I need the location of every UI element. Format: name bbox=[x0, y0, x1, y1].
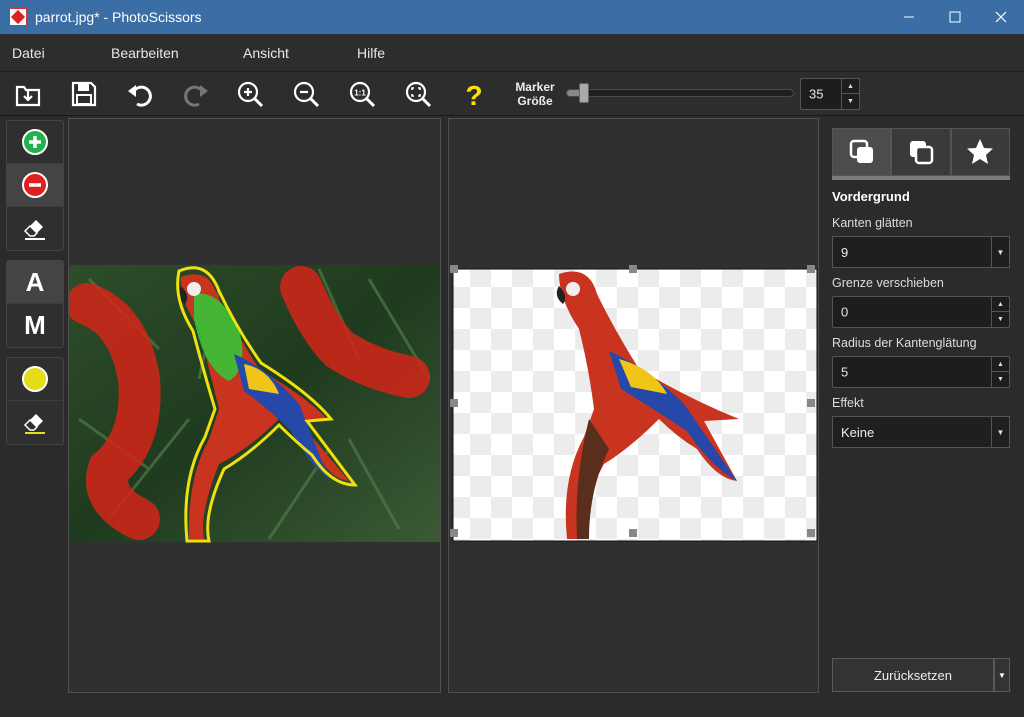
tool-panel: A M bbox=[6, 120, 64, 454]
eraser-icon bbox=[23, 413, 45, 434]
shift-boundary-spinbox[interactable]: 0 ▲ ▼ bbox=[832, 296, 1010, 328]
zoom-in-icon bbox=[237, 81, 264, 108]
shift-boundary-value[interactable]: 0 bbox=[841, 305, 848, 320]
smooth-edges-value: 9 bbox=[841, 245, 849, 260]
boundary-eraser-button[interactable] bbox=[7, 401, 63, 444]
status-area bbox=[0, 695, 820, 717]
spin-down-icon[interactable]: ▼ bbox=[992, 372, 1009, 387]
manual-mode-letter: M bbox=[24, 310, 46, 340]
auto-mode-letter: A bbox=[25, 266, 45, 297]
spin-up-icon[interactable]: ▲ bbox=[992, 297, 1009, 312]
help-icon: ? bbox=[465, 80, 482, 109]
menu-bearbeiten[interactable]: Bearbeiten bbox=[111, 45, 179, 61]
save-button[interactable] bbox=[68, 78, 100, 110]
undo-button[interactable] bbox=[124, 78, 156, 110]
minimize-button[interactable] bbox=[886, 0, 932, 34]
marker-size-label: Marker Größe bbox=[515, 80, 555, 108]
shift-boundary-label: Grenze verschieben bbox=[832, 276, 944, 290]
spin-down-icon[interactable]: ▼ bbox=[842, 94, 859, 109]
marker-size-slider[interactable] bbox=[566, 83, 794, 103]
zoom-fit-icon bbox=[405, 81, 432, 108]
slider-track bbox=[566, 89, 794, 97]
result-canvas[interactable] bbox=[448, 118, 819, 693]
help-button[interactable]: ? bbox=[458, 78, 490, 110]
plus-circle-icon bbox=[22, 129, 48, 155]
reset-button[interactable]: Zurücksetzen bbox=[832, 658, 994, 692]
redo-button[interactable] bbox=[180, 78, 212, 110]
minus-circle-icon bbox=[22, 172, 48, 198]
tab-foreground[interactable] bbox=[832, 128, 892, 176]
foreground-title: Vordergrund bbox=[832, 189, 910, 204]
app-icon bbox=[9, 8, 27, 26]
smoothing-radius-spinbox[interactable]: 5 ▲ ▼ bbox=[832, 356, 1010, 388]
menu-datei[interactable]: Datei bbox=[12, 45, 45, 61]
properties-tabs bbox=[832, 128, 1010, 180]
zoom-out-button[interactable] bbox=[290, 78, 322, 110]
yellow-circle-icon bbox=[22, 366, 48, 392]
menu-hilfe[interactable]: Hilfe bbox=[357, 45, 385, 61]
undo-icon bbox=[128, 85, 152, 107]
maximize-button[interactable] bbox=[932, 0, 978, 34]
save-icon bbox=[71, 81, 97, 107]
zoom-in-button[interactable] bbox=[234, 78, 266, 110]
effect-select[interactable]: Keine ▼ bbox=[832, 416, 1010, 448]
spin-up-icon[interactable]: ▲ bbox=[992, 357, 1009, 372]
minimize-icon bbox=[904, 16, 914, 18]
smooth-edges-select[interactable]: 9 ▼ bbox=[832, 236, 1010, 268]
eraser-button[interactable] bbox=[7, 207, 63, 250]
zoom-actual-button[interactable]: 1:1 bbox=[346, 78, 378, 110]
source-image[interactable] bbox=[69, 119, 440, 692]
redo-icon bbox=[184, 85, 208, 107]
zoom-actual-icon: 1:1 bbox=[349, 81, 376, 108]
tab-favorites[interactable] bbox=[950, 128, 1010, 176]
svg-text:?: ? bbox=[465, 80, 482, 109]
source-canvas[interactable] bbox=[68, 118, 441, 693]
eraser-icon bbox=[23, 219, 45, 240]
effect-value: Keine bbox=[841, 425, 875, 440]
chevron-down-icon[interactable]: ▼ bbox=[991, 417, 1009, 447]
background-layers-icon bbox=[909, 141, 934, 165]
menu-bar: Datei Bearbeiten Ansicht Hilfe bbox=[0, 34, 1024, 72]
tab-background[interactable] bbox=[891, 128, 951, 176]
spin-up-icon[interactable]: ▲ bbox=[842, 79, 859, 94]
spin-down-icon[interactable]: ▼ bbox=[992, 312, 1009, 327]
menu-ansicht[interactable]: Ansicht bbox=[243, 45, 289, 61]
slider-thumb[interactable] bbox=[579, 83, 589, 103]
auto-mode-button[interactable]: A bbox=[7, 261, 63, 304]
manual-mode-button[interactable]: M bbox=[7, 304, 63, 347]
mode-tools-group: A M bbox=[6, 260, 64, 348]
foreground-marker-button[interactable] bbox=[7, 121, 63, 164]
open-button[interactable] bbox=[12, 78, 44, 110]
marker-size-spinbox[interactable]: 35 ▲ ▼ bbox=[800, 78, 860, 110]
star-icon bbox=[967, 139, 994, 164]
foreground-layers-icon bbox=[849, 139, 873, 163]
chevron-down-icon[interactable]: ▼ bbox=[991, 237, 1009, 267]
close-button[interactable] bbox=[978, 0, 1024, 34]
background-marker-button[interactable] bbox=[7, 164, 63, 207]
zoom-out-icon bbox=[293, 81, 320, 108]
boundary-tools-group bbox=[6, 357, 64, 445]
marker-size-value[interactable]: 35 bbox=[809, 87, 823, 102]
zoom-fit-button[interactable] bbox=[402, 78, 434, 110]
result-image[interactable] bbox=[449, 119, 818, 692]
reset-dropdown-icon[interactable]: ▼ bbox=[994, 658, 1010, 692]
open-icon bbox=[15, 85, 41, 107]
title-bar: parrot.jpg* - PhotoScissors bbox=[0, 0, 1024, 34]
effect-label: Effekt bbox=[832, 396, 864, 410]
smooth-edges-label: Kanten glätten bbox=[832, 216, 913, 230]
marker-tools-group bbox=[6, 120, 64, 251]
boundary-marker-button[interactable] bbox=[7, 358, 63, 401]
properties-panel: Vordergrund Kanten glätten 9 ▼ Grenze ve… bbox=[820, 118, 1024, 717]
toolbar: 1:1 ? Marker Größe 35 ▲ ▼ bbox=[0, 72, 1024, 116]
window-title: parrot.jpg* - PhotoScissors bbox=[35, 9, 202, 25]
smoothing-radius-value[interactable]: 5 bbox=[841, 365, 848, 380]
close-icon bbox=[995, 11, 1007, 23]
maximize-icon bbox=[949, 11, 961, 23]
svg-text:1:1: 1:1 bbox=[354, 89, 366, 98]
smoothing-radius-label: Radius der Kantenglätung bbox=[832, 336, 977, 350]
